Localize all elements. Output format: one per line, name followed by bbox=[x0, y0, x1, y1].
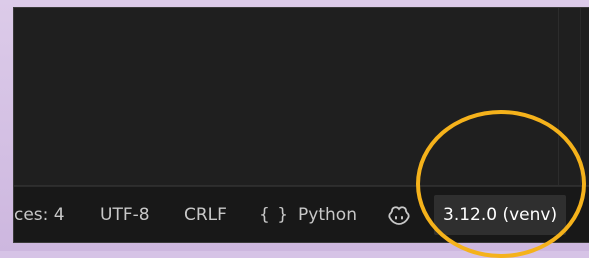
copilot-icon[interactable] bbox=[388, 187, 410, 242]
screenshot-frame: ces: 4 UTF-8 CRLF { } Python 3.12.0 (ven… bbox=[0, 0, 589, 258]
editor-area[interactable] bbox=[14, 8, 589, 185]
status-bar: ces: 4 UTF-8 CRLF { } Python 3.12.0 (ven… bbox=[14, 186, 589, 242]
encoding-status[interactable]: UTF-8 bbox=[100, 187, 150, 242]
encoding-label: UTF-8 bbox=[100, 205, 150, 225]
language-label: Python bbox=[298, 205, 357, 225]
indentation-status[interactable]: ces: 4 bbox=[14, 187, 65, 242]
indentation-label: ces: 4 bbox=[14, 205, 65, 225]
language-mode-status[interactable]: { } Python bbox=[259, 187, 357, 242]
python-interpreter-status[interactable]: 3.12.0 (venv) bbox=[434, 195, 567, 235]
eol-label: CRLF bbox=[184, 205, 227, 225]
end-of-line-status[interactable]: CRLF bbox=[184, 187, 227, 242]
editor-scrollbar[interactable] bbox=[558, 8, 573, 185]
braces-icon: { } bbox=[259, 205, 290, 225]
vscode-window: ces: 4 UTF-8 CRLF { } Python 3.12.0 (ven… bbox=[14, 8, 589, 242]
interpreter-label: 3.12.0 (venv) bbox=[443, 205, 558, 225]
minimap-edge bbox=[580, 8, 589, 185]
